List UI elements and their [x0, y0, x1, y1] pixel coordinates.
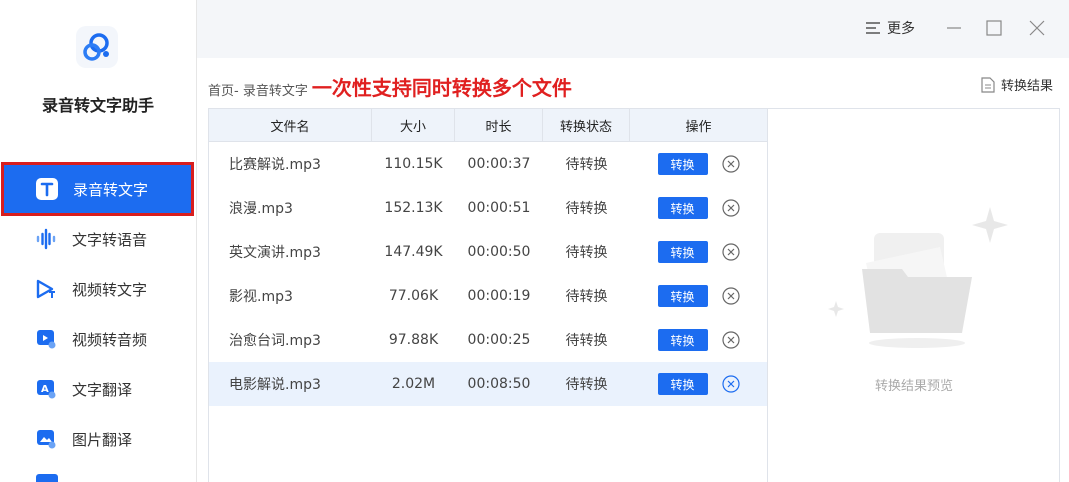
header-status: 转换状态: [543, 109, 630, 141]
table-row-selected: 电影解说.mp3 2.02M 00:08:50 待转换 转换: [209, 362, 767, 406]
sidebar-item-text-to-speech[interactable]: 文字转语音: [0, 214, 196, 264]
image-translate-icon: [34, 427, 58, 451]
row-actions: 转换: [630, 318, 767, 362]
svg-text:A: A: [41, 384, 49, 395]
table-row: 比赛解说.mp3 110.15K 00:00:37 待转换 转换: [209, 142, 767, 186]
header-filename: 文件名: [209, 109, 372, 141]
file-name: 浪漫.mp3: [229, 201, 293, 217]
table-row: 英文演讲.mp3 147.49K 00:00:50 待转换 转换: [209, 230, 767, 274]
video-text-icon: [34, 277, 58, 301]
header-duration: 时长: [455, 109, 543, 141]
maximize-button[interactable]: [982, 16, 1006, 40]
sidebar-item-label: 文字翻译: [72, 380, 133, 399]
result-preview-panel: 转换结果预览: [768, 108, 1060, 482]
sidebar-item-label: 图片翻译: [72, 430, 133, 449]
app-logo-icon: [76, 26, 118, 68]
sidebar-item-label: 录音转文字: [73, 180, 149, 199]
preview-placeholder: 转换结果预览: [874, 379, 953, 394]
breadcrumb: 首页- 录音转文字 一次性支持同时转换多个文件: [208, 72, 572, 101]
translate-icon: A: [34, 377, 58, 401]
file-duration: 00:00:51: [467, 200, 531, 216]
convert-button[interactable]: 转换: [657, 153, 708, 175]
file-name: 治愈台词.mp3: [229, 333, 321, 349]
file-name: 比赛解说.mp3: [229, 157, 321, 173]
file-table: 文件名 大小 时长 转换状态 操作 比赛解说.mp3 110.15K 00:00…: [208, 108, 768, 482]
file-status: 待转换: [565, 289, 608, 305]
video-audio-icon: [34, 327, 58, 351]
waveform-icon: [34, 227, 58, 251]
file-name: 英文演讲.mp3: [229, 245, 321, 261]
convert-button[interactable]: 转换: [657, 285, 708, 307]
file-size: 77.06K: [388, 288, 439, 304]
file-name: 电影解说.mp3: [229, 377, 321, 393]
sidebar-item-video-to-audio[interactable]: 视频转音频: [0, 314, 196, 364]
file-duration: 00:08:50: [467, 376, 531, 392]
sidebar-item-video-to-text[interactable]: 视频转文字: [0, 264, 196, 314]
file-size: 97.88K: [388, 332, 439, 348]
sidebar-item-label: 文字转语音: [72, 230, 148, 249]
table-row: 治愈台词.mp3 97.88K 00:00:25 待转换 转换: [209, 318, 767, 362]
file-size: 152.13K: [384, 200, 443, 216]
sidebar: 录音转文字助手 录音转文字 文字转语音 视频转文字 视频转音频 A 文字翻译 图…: [0, 0, 197, 482]
menu-lines-icon: [866, 22, 880, 34]
empty-folder-icon: [828, 207, 1008, 348]
remove-icon[interactable]: [721, 331, 740, 349]
close-icon: [1029, 20, 1045, 36]
row-actions: 转换: [630, 186, 767, 230]
row-actions: 转换: [630, 230, 767, 274]
file-status: 待转换: [565, 157, 608, 173]
sidebar-item-partial-icon: [36, 474, 58, 482]
file-size: 147.49K: [384, 244, 443, 260]
sidebar-item-audio-to-text[interactable]: 录音转文字: [1, 162, 194, 216]
conversion-results-label: 转换结果: [1001, 79, 1054, 94]
file-name: 影视.mp3: [229, 289, 293, 305]
row-actions: 转换: [630, 274, 767, 318]
row-actions: 转换: [630, 362, 767, 406]
text-t-icon: [35, 177, 59, 201]
header-size: 大小: [372, 109, 455, 141]
maximize-icon: [986, 20, 1002, 36]
convert-button[interactable]: 转换: [657, 241, 708, 263]
file-duration: 00:00:50: [467, 244, 531, 260]
remove-icon[interactable]: [721, 199, 740, 217]
breadcrumb-path: 首页- 录音转文字: [208, 84, 308, 99]
minimize-button[interactable]: [942, 16, 966, 40]
convert-button[interactable]: 转换: [657, 373, 708, 395]
file-duration: 00:00:37: [467, 156, 531, 172]
table-row: 浪漫.mp3 152.13K 00:00:51 待转换 转换: [209, 186, 767, 230]
more-label: 更多: [887, 21, 915, 37]
sidebar-item-text-translate[interactable]: A 文字翻译: [0, 364, 196, 414]
file-size: 2.02M: [391, 376, 436, 392]
minimize-icon: [947, 27, 961, 29]
file-duration: 00:00:19: [467, 288, 531, 304]
remove-icon[interactable]: [721, 243, 740, 261]
file-status: 待转换: [565, 333, 608, 349]
sidebar-item-label: 视频转文字: [72, 280, 148, 299]
sidebar-item-image-translate[interactable]: 图片翻译: [0, 414, 196, 464]
file-status: 待转换: [565, 201, 608, 217]
convert-button[interactable]: 转换: [657, 329, 708, 351]
remove-icon[interactable]: [721, 375, 740, 393]
close-window-button[interactable]: [1025, 16, 1049, 40]
file-status: 待转换: [565, 245, 608, 261]
slogan-text: 一次性支持同时转换多个文件: [311, 76, 572, 100]
remove-icon[interactable]: [721, 287, 740, 305]
table-row: 影视.mp3 77.06K 00:00:19 待转换 转换: [209, 274, 767, 318]
convert-button[interactable]: 转换: [657, 197, 708, 219]
document-icon: [981, 76, 995, 93]
row-actions: 转换: [630, 142, 767, 186]
file-duration: 00:00:25: [467, 332, 531, 348]
remove-icon[interactable]: [721, 155, 740, 173]
file-size: 110.15K: [384, 156, 443, 172]
file-status: 待转换: [565, 377, 608, 393]
app-name: 录音转文字助手: [41, 96, 154, 115]
title-bar: 更多: [197, 0, 1069, 58]
table-header: 文件名 大小 时长 转换状态 操作: [209, 109, 767, 142]
sidebar-item-label: 视频转音频: [72, 330, 148, 349]
more-menu-button[interactable]: 更多: [865, 18, 915, 38]
conversion-results-button[interactable]: 转换结果: [981, 75, 1053, 94]
header-action: 操作: [685, 119, 712, 135]
